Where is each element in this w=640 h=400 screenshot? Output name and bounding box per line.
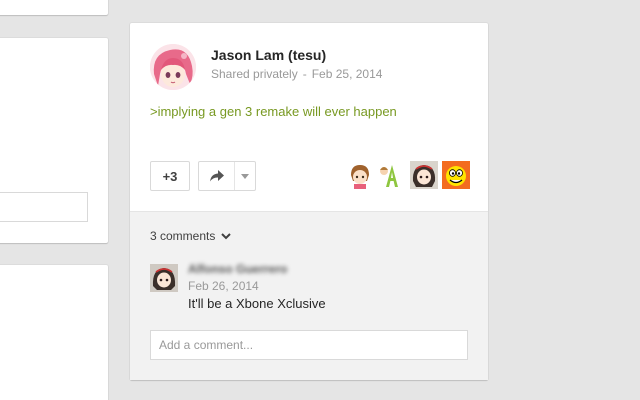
comment-text: It'll be a Xbone Xclusive bbox=[188, 296, 326, 311]
meta-separator: - bbox=[302, 67, 307, 81]
plusoner-avatar[interactable] bbox=[442, 161, 470, 189]
post-text: >implying a gen 3 remake will ever happe… bbox=[150, 104, 397, 119]
visibility-label[interactable]: Shared privately bbox=[211, 67, 298, 81]
author-avatar[interactable] bbox=[150, 44, 196, 90]
plus-one-button[interactable]: +3 bbox=[150, 161, 190, 191]
commenter-avatar[interactable] bbox=[150, 264, 178, 292]
comments-toggle[interactable]: 3 comments bbox=[150, 229, 232, 243]
left-stream-card-middle bbox=[0, 38, 108, 243]
plusoner-avatar[interactable] bbox=[410, 161, 438, 189]
plusoner-avatar[interactable] bbox=[378, 161, 406, 189]
author-name[interactable]: Jason Lam (tesu) bbox=[211, 47, 326, 63]
add-comment-input[interactable] bbox=[150, 330, 468, 360]
post-meta: Shared privately - Feb 25, 2014 bbox=[211, 67, 382, 81]
plus-oners-list bbox=[346, 161, 470, 189]
commenter-name[interactable]: Alfonso Guerrero bbox=[188, 262, 287, 276]
comment-date[interactable]: Feb 26, 2014 bbox=[188, 279, 259, 293]
left-stream-card-bottom bbox=[0, 265, 108, 400]
post-date[interactable]: Feb 25, 2014 bbox=[312, 67, 383, 81]
comments-count[interactable]: 3 comments bbox=[150, 229, 215, 243]
plusoner-avatar[interactable] bbox=[346, 161, 374, 189]
post-card: Jason Lam (tesu) Shared privately - Feb 25… bbox=[130, 23, 488, 380]
share-arrow-icon[interactable] bbox=[199, 162, 235, 190]
comments-section: 3 comments Alfonso Guerrero Feb 26, 2014… bbox=[130, 211, 488, 380]
left-stream-card-top bbox=[0, 0, 108, 15]
caret-down-icon[interactable] bbox=[235, 162, 255, 190]
share-button[interactable] bbox=[198, 161, 256, 191]
chevron-down-icon[interactable] bbox=[221, 229, 232, 243]
left-comment-input[interactable] bbox=[0, 192, 88, 222]
